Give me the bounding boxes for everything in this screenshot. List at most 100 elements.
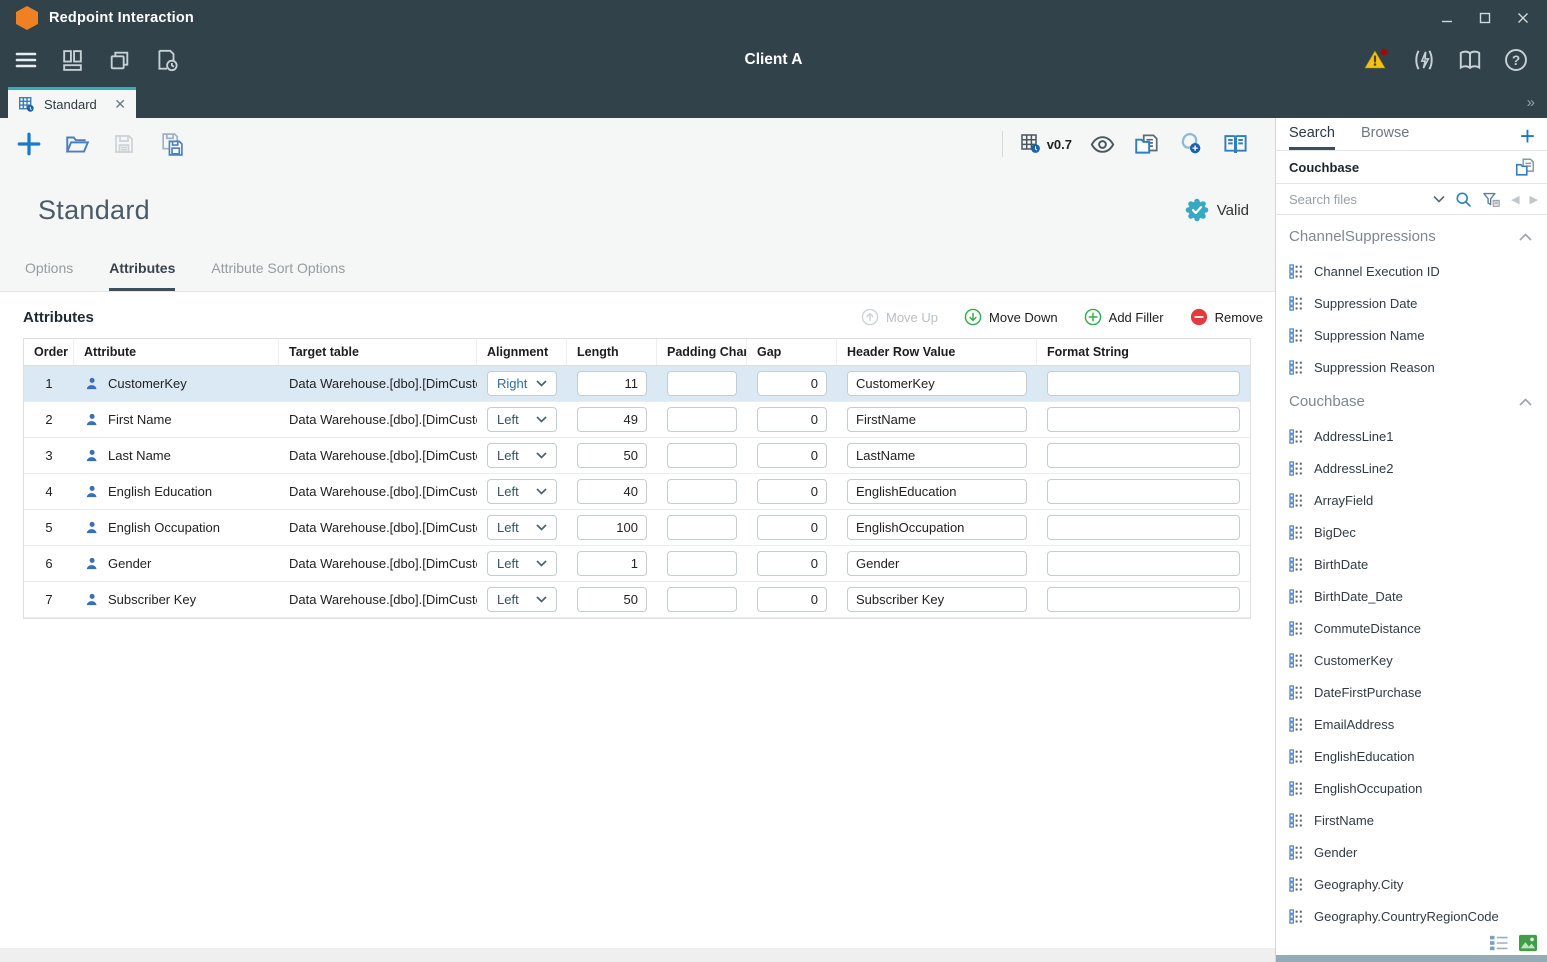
padding-char-input[interactable] xyxy=(667,551,737,576)
gap-input[interactable] xyxy=(757,515,827,540)
help-icon[interactable]: ? xyxy=(1503,47,1529,73)
alignment-select[interactable]: Right xyxy=(487,371,557,396)
close-icon[interactable] xyxy=(1517,12,1529,24)
sidebar-section-header[interactable]: ChannelSuppressions xyxy=(1276,218,1547,255)
table-row[interactable]: 6GenderData Warehouse.[dbo].[DimCusto...… xyxy=(24,546,1250,582)
format-string-input[interactable] xyxy=(1047,587,1240,612)
image-view-icon[interactable] xyxy=(1518,934,1538,952)
sidebar-field-item[interactable]: Suppression Reason xyxy=(1276,351,1547,383)
remove-button[interactable]: Remove xyxy=(1190,308,1263,326)
table-row[interactable]: 1CustomerKeyData Warehouse.[dbo].[DimCus… xyxy=(24,366,1250,402)
gap-input[interactable] xyxy=(757,479,827,504)
sidebar-add-button[interactable]: + xyxy=(1520,126,1535,150)
sidebar-tab-browse[interactable]: Browse xyxy=(1361,125,1409,150)
new-button[interactable] xyxy=(16,131,42,157)
header-row-value-input[interactable] xyxy=(847,551,1027,576)
length-input[interactable] xyxy=(577,443,647,468)
padding-char-input[interactable] xyxy=(667,515,737,540)
alignment-select[interactable]: Left xyxy=(487,587,557,612)
sidebar-field-item[interactable]: ArrayField xyxy=(1276,484,1547,516)
gap-input[interactable] xyxy=(757,443,827,468)
sidebar-field-item[interactable]: AddressLine1 xyxy=(1276,420,1547,452)
version-indicator[interactable]: v0.7 xyxy=(1020,133,1072,155)
sidebar-field-item[interactable]: BigDec xyxy=(1276,516,1547,548)
sidebar-field-item[interactable]: Geography.City xyxy=(1276,868,1547,900)
gap-input[interactable] xyxy=(757,551,827,576)
alignment-select[interactable]: Left xyxy=(487,551,557,576)
tab-close-icon[interactable]: ✕ xyxy=(114,97,126,111)
pages-icon[interactable] xyxy=(107,48,132,73)
header-row-value-input[interactable] xyxy=(847,479,1027,504)
sidebar-field-item[interactable]: AddressLine2 xyxy=(1276,452,1547,484)
header-row-value-input[interactable] xyxy=(847,371,1027,396)
length-input[interactable] xyxy=(577,587,647,612)
sidebar-field-item[interactable]: EnglishEducation xyxy=(1276,740,1547,772)
format-string-input[interactable] xyxy=(1047,371,1240,396)
tab-attributes[interactable]: Attributes xyxy=(109,260,175,291)
table-row[interactable]: 2First NameData Warehouse.[dbo].[DimCust… xyxy=(24,402,1250,438)
search-icon[interactable] xyxy=(1455,191,1472,208)
dashboard-icon[interactable] xyxy=(60,48,85,73)
header-row-value-input[interactable] xyxy=(847,587,1027,612)
gap-input[interactable] xyxy=(757,371,827,396)
sidebar-field-item[interactable]: EnglishOccupation xyxy=(1276,772,1547,804)
sidebar-field-item[interactable]: Gender xyxy=(1276,836,1547,868)
connections-icon[interactable] xyxy=(1178,131,1205,158)
collapse-icon[interactable] xyxy=(1519,398,1532,406)
format-string-input[interactable] xyxy=(1047,479,1240,504)
menu-icon[interactable] xyxy=(14,48,38,72)
sidebar-tab-search[interactable]: Search xyxy=(1289,125,1335,150)
length-input[interactable] xyxy=(577,371,647,396)
details-view-icon[interactable] xyxy=(1489,934,1509,952)
alignment-select[interactable]: Left xyxy=(487,407,557,432)
maximize-icon[interactable] xyxy=(1479,12,1491,24)
padding-char-input[interactable] xyxy=(667,443,737,468)
sidebar-field-item[interactable]: BirthDate_Date xyxy=(1276,580,1547,612)
activity-icon[interactable] xyxy=(1411,47,1437,73)
sidebar-field-item[interactable]: CommuteDistance xyxy=(1276,612,1547,644)
format-string-input[interactable] xyxy=(1047,407,1240,432)
filter-icon[interactable] xyxy=(1482,191,1501,208)
gap-input[interactable] xyxy=(757,407,827,432)
move-down-button[interactable]: Move Down xyxy=(964,308,1058,326)
padding-char-input[interactable] xyxy=(667,407,737,432)
header-row-value-input[interactable] xyxy=(847,407,1027,432)
format-string-input[interactable] xyxy=(1047,551,1240,576)
format-string-input[interactable] xyxy=(1047,443,1240,468)
catalog-book-icon[interactable] xyxy=(1222,131,1249,158)
save-button[interactable] xyxy=(112,132,136,156)
sidebar-field-item[interactable]: Channel Execution ID xyxy=(1276,255,1547,287)
preview-eye-icon[interactable] xyxy=(1089,131,1116,158)
collapse-icon[interactable] xyxy=(1519,233,1532,241)
table-row[interactable]: 5English OccupationData Warehouse.[dbo].… xyxy=(24,510,1250,546)
table-row[interactable]: 3Last NameData Warehouse.[dbo].[DimCusto… xyxy=(24,438,1250,474)
tab-overflow-icon[interactable]: » xyxy=(1527,94,1535,111)
header-row-value-input[interactable] xyxy=(847,515,1027,540)
export-document-icon[interactable] xyxy=(1133,130,1161,158)
alignment-select[interactable]: Left xyxy=(487,479,557,504)
table-row[interactable]: 4English EducationData Warehouse.[dbo].[… xyxy=(24,474,1250,510)
padding-char-input[interactable] xyxy=(667,479,737,504)
sidebar-field-item[interactable]: Suppression Name xyxy=(1276,319,1547,351)
sidebar-field-item[interactable]: CustomerKey xyxy=(1276,644,1547,676)
copy-document-icon[interactable] xyxy=(1514,156,1536,178)
alerts-warning-icon[interactable] xyxy=(1363,47,1391,73)
length-input[interactable] xyxy=(577,407,647,432)
minimize-icon[interactable] xyxy=(1441,12,1453,24)
table-row[interactable]: 7Subscriber KeyData Warehouse.[dbo].[Dim… xyxy=(24,582,1250,618)
add-filler-button[interactable]: Add Filler xyxy=(1084,308,1164,326)
tab-attribute-sort-options[interactable]: Attribute Sort Options xyxy=(211,260,345,291)
padding-char-input[interactable] xyxy=(667,371,737,396)
sidebar-field-item[interactable]: FirstName xyxy=(1276,804,1547,836)
gap-input[interactable] xyxy=(757,587,827,612)
sidebar-field-item[interactable]: Suppression Date xyxy=(1276,287,1547,319)
alignment-select[interactable]: Left xyxy=(487,515,557,540)
documentation-icon[interactable] xyxy=(1457,47,1483,73)
sidebar-section-header[interactable]: Couchbase xyxy=(1276,383,1547,420)
chevron-down-icon[interactable] xyxy=(1433,195,1445,203)
header-row-value-input[interactable] xyxy=(847,443,1027,468)
tab-options[interactable]: Options xyxy=(25,260,73,291)
format-string-input[interactable] xyxy=(1047,515,1240,540)
open-button[interactable] xyxy=(64,131,90,157)
tab-standard[interactable]: Standard ✕ xyxy=(8,87,136,118)
